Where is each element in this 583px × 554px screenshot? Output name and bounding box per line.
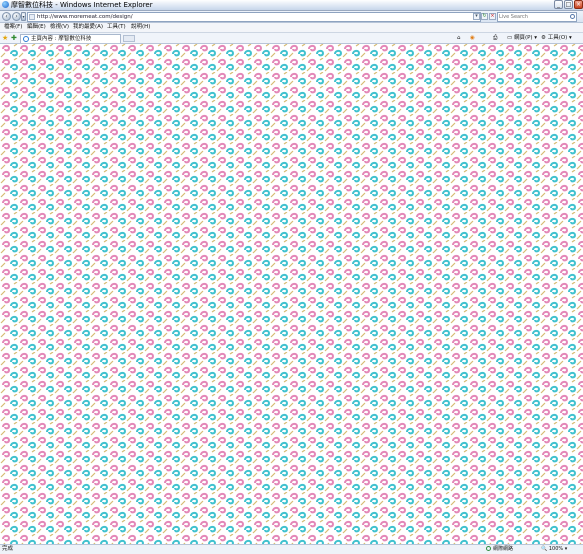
- page-menu-label: 網頁(P): [513, 35, 533, 41]
- address-dropdown-button[interactable]: ▾: [473, 13, 480, 20]
- close-button[interactable]: ×: [574, 0, 583, 9]
- search-icon[interactable]: [570, 14, 575, 19]
- search-box[interactable]: [497, 12, 577, 22]
- menu-tools[interactable]: 工具(T): [107, 23, 126, 32]
- forward-button[interactable]: ›: [12, 12, 21, 21]
- title-bar: 摩智數位科技 - Windows Internet Explorer _ □ ×: [0, 0, 583, 11]
- tab-current[interactable]: 主頁內容 : 摩智數位科技: [20, 34, 121, 43]
- zoom-value: 100%: [548, 546, 564, 552]
- address-bar[interactable]: http://www.moremeat.com/design/: [27, 12, 481, 22]
- globe-icon: [486, 546, 491, 551]
- tools-menu-label: 工具(O): [547, 35, 568, 41]
- menu-bar: 檔案(F) 編輯(E) 檢視(V) 我的最愛(A) 工具(T) 說明(H): [0, 23, 583, 33]
- page-content-pattern: [0, 44, 583, 544]
- zone-label: 網際網路: [493, 546, 514, 552]
- maximize-button[interactable]: □: [564, 0, 573, 9]
- search-input[interactable]: [499, 13, 565, 21]
- stop-button[interactable]: ×: [489, 13, 496, 20]
- tools-menu-button[interactable]: ⚙ 工具(O) ▾: [541, 34, 572, 42]
- window-title: 摩智數位科技 - Windows Internet Explorer: [11, 1, 153, 9]
- menu-view[interactable]: 檢視(V): [50, 23, 69, 32]
- navigation-bar: ‹ › ▾ http://www.moremeat.com/design/ ▾ …: [0, 11, 583, 23]
- new-tab-button[interactable]: [123, 35, 135, 42]
- tab-label: 主頁內容 : 摩智數位科技: [31, 36, 92, 42]
- home-icon[interactable]: ⌂: [457, 34, 461, 42]
- feeds-icon[interactable]: ◉: [470, 34, 475, 42]
- ie-page-icon: [23, 36, 29, 42]
- favorites-tab-bar: ★ ✚ 主頁內容 : 摩智數位科技 ⌂ ◉ ⎙ ▭ 網頁(P) ▾ ⚙ 工具(O…: [0, 33, 583, 44]
- ie-logo-icon: [2, 1, 9, 8]
- minimize-button[interactable]: _: [554, 0, 563, 9]
- favorites-star-icon[interactable]: ★: [2, 34, 8, 42]
- menu-favorites[interactable]: 我的最愛(A): [73, 23, 103, 32]
- refresh-button[interactable]: ↻: [481, 13, 488, 20]
- page-icon: [29, 14, 35, 20]
- menu-help[interactable]: 說明(H): [131, 23, 150, 32]
- menu-file[interactable]: 檔案(F): [4, 23, 22, 32]
- print-icon[interactable]: ⎙: [493, 34, 497, 42]
- add-favorites-icon[interactable]: ✚: [11, 34, 17, 42]
- menu-edit[interactable]: 編輯(E): [27, 23, 46, 32]
- address-url: http://www.moremeat.com/design/: [37, 14, 133, 20]
- back-button[interactable]: ‹: [2, 12, 11, 21]
- history-dropdown-button[interactable]: ▾: [21, 12, 26, 21]
- page-menu-button[interactable]: ▭ 網頁(P) ▾: [507, 34, 537, 42]
